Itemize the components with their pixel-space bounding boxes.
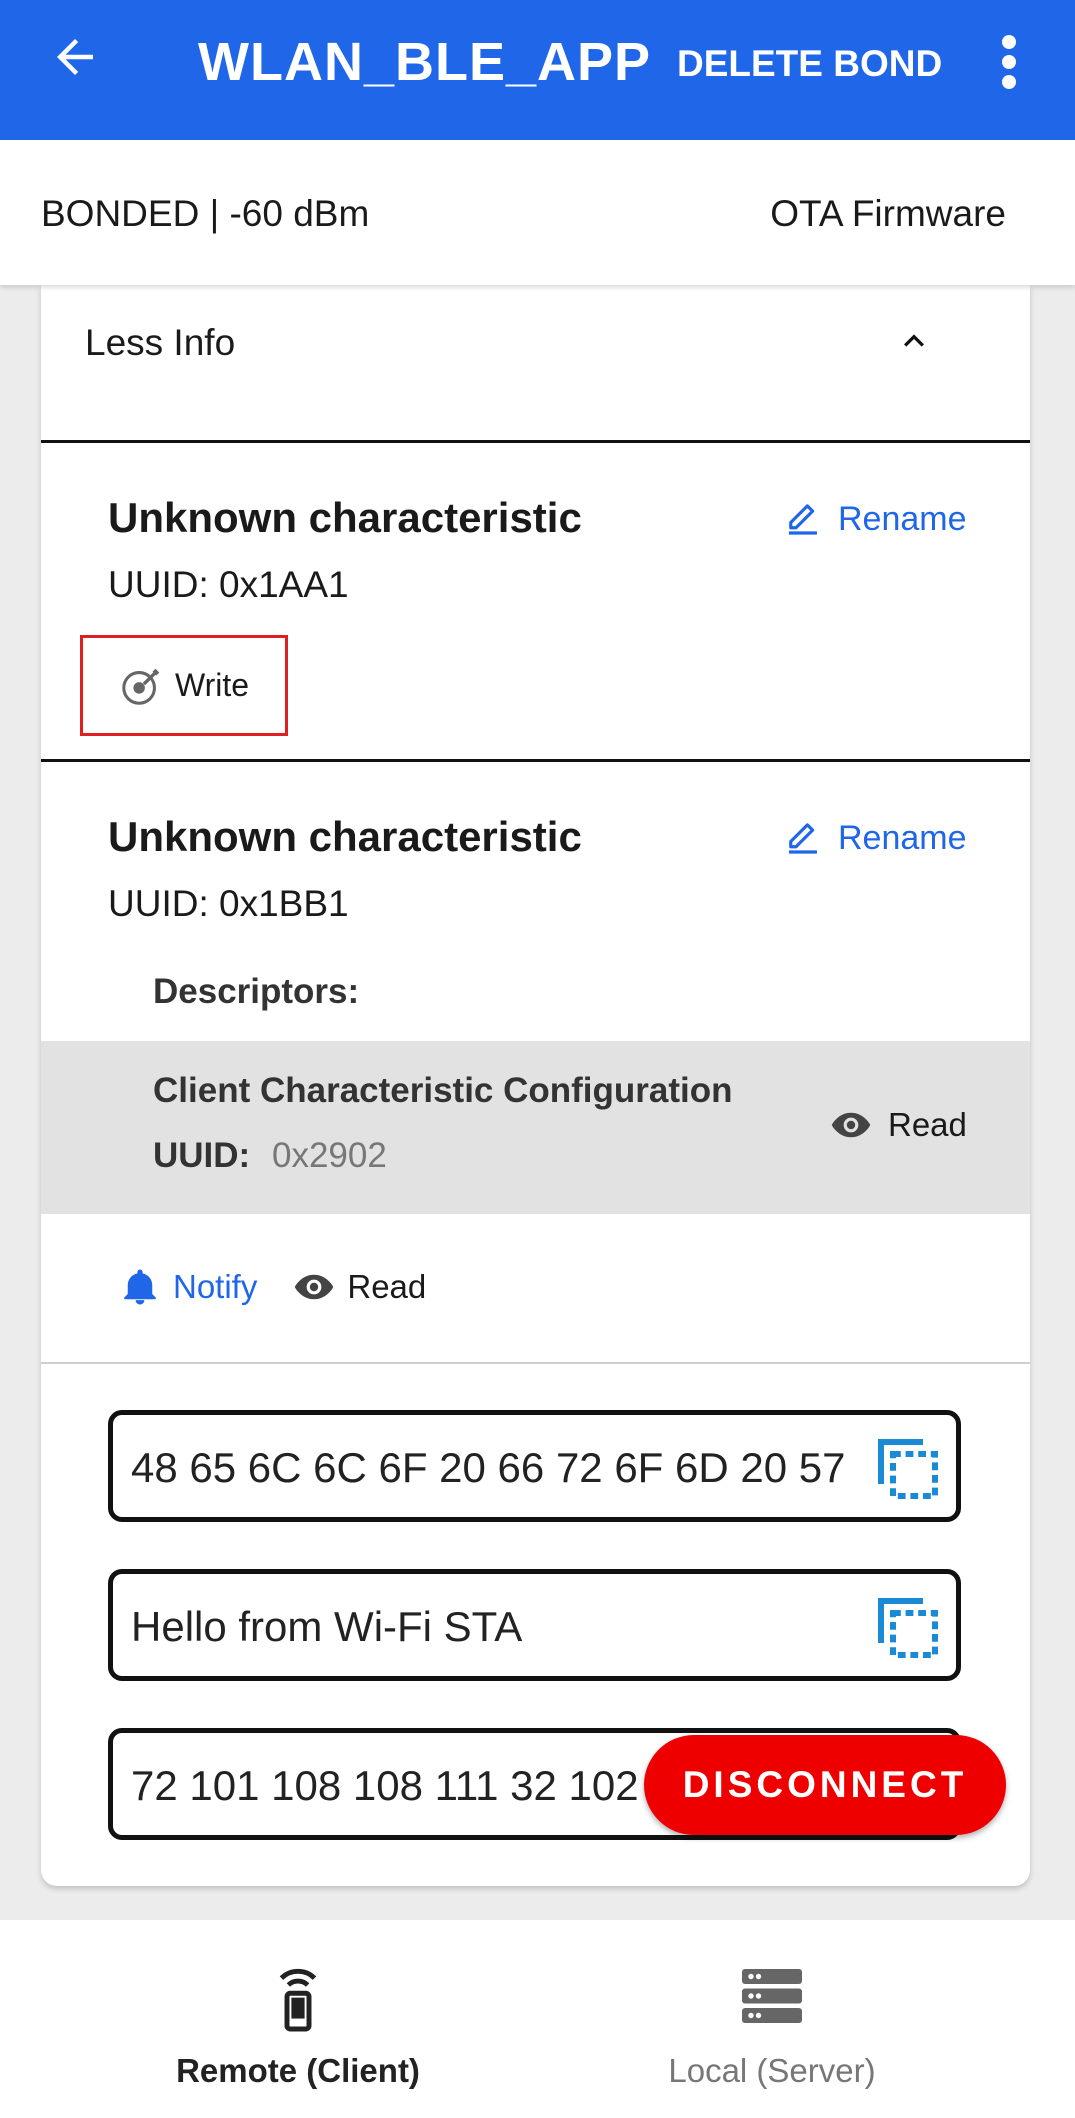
disconnect-button[interactable]: DISCONNECT: [644, 1735, 1006, 1835]
phone-signal-icon: [279, 1968, 317, 2032]
connection-status-bar: BONDED | -60 dBm OTA Firmware: [0, 140, 1075, 285]
ascii-value: Hello from Wi-Fi STA: [131, 1603, 523, 1650]
ascii-value-field[interactable]: Hello from Wi-Fi STA: [108, 1569, 961, 1681]
characteristic-name: Unknown characteristic: [108, 813, 582, 860]
divider: [41, 1362, 1030, 1364]
nav-local-server-label: Local (Server): [668, 2052, 876, 2089]
pencil-icon: [789, 823, 817, 854]
copy-icon[interactable]: [872, 1592, 944, 1664]
arrow-left-icon[interactable]: [48, 30, 102, 84]
hex-value: 48 65 6C 6C 6F 20 66 72 6F 6D 20 57 69 2…: [131, 1444, 851, 1491]
read-button[interactable]: Read: [293, 1266, 426, 1308]
descriptor-name: Client Characteristic Configuration: [153, 1071, 733, 1110]
server-icon: [742, 1969, 802, 2023]
descriptor-read-button[interactable]: Read: [830, 1104, 967, 1146]
app-bar: WLAN_BLE_APP DELETE BOND: [0, 0, 1075, 140]
nav-remote-client-label: Remote (Client): [176, 2052, 420, 2089]
more-vertical-icon[interactable]: [994, 34, 1024, 90]
rename-button[interactable]: Rename: [782, 497, 967, 541]
bond-rssi-status: BONDED | -60 dBm: [41, 193, 370, 234]
descriptor-uuid-label: UUID:: [153, 1136, 251, 1175]
descriptors-label: Descriptors:: [153, 972, 360, 1011]
service-card: Less Info Unknown characteristic Rename …: [41, 285, 1030, 1886]
eye-icon: [831, 1112, 871, 1138]
rename-button[interactable]: Rename: [782, 816, 967, 860]
delete-bond-button[interactable]: DELETE BOND: [677, 40, 942, 88]
read-label: Read: [347, 1268, 427, 1305]
rename-label: Rename: [838, 500, 967, 538]
rename-label: Rename: [838, 819, 967, 857]
hex-value-field[interactable]: 48 65 6C 6C 6F 20 66 72 6F 6D 20 57 69 2…: [108, 1410, 961, 1522]
copy-icon[interactable]: [872, 1433, 944, 1505]
ota-firmware-link[interactable]: OTA Firmware: [770, 192, 1006, 236]
pencil-icon: [789, 504, 817, 535]
eye-icon: [295, 1274, 334, 1300]
descriptor-uuid-value: 0x2902: [272, 1136, 387, 1175]
app-title: WLAN_BLE_APP: [198, 32, 652, 92]
nav-remote-client[interactable]: Remote (Client): [148, 1960, 448, 2091]
bottom-navigation: Remote (Client) Local (Server): [0, 1920, 1075, 2118]
property-actions: Notify Read: [119, 1266, 462, 1308]
chevron-up-icon[interactable]: [894, 321, 934, 361]
write-icon: [122, 668, 160, 705]
notify-label: Notify: [173, 1268, 258, 1305]
bell-icon: [124, 1269, 156, 1305]
write-property-button[interactable]: Write: [80, 635, 288, 736]
characteristic-uuid: UUID: 0x1BB1: [108, 883, 349, 924]
nav-local-server[interactable]: Local (Server): [622, 1960, 922, 2091]
notify-button[interactable]: Notify: [119, 1266, 257, 1308]
write-label: Write: [175, 667, 250, 703]
descriptor-read-label: Read: [888, 1106, 967, 1143]
characteristic-uuid: UUID: 0x1AA1: [108, 564, 349, 605]
descriptor-row: Client Characteristic Configuration UUID…: [41, 1041, 1030, 1214]
divider: [41, 759, 1030, 762]
divider: [41, 440, 1030, 443]
characteristic-name: Unknown characteristic: [108, 494, 582, 541]
less-info-toggle[interactable]: Less Info: [85, 321, 235, 365]
